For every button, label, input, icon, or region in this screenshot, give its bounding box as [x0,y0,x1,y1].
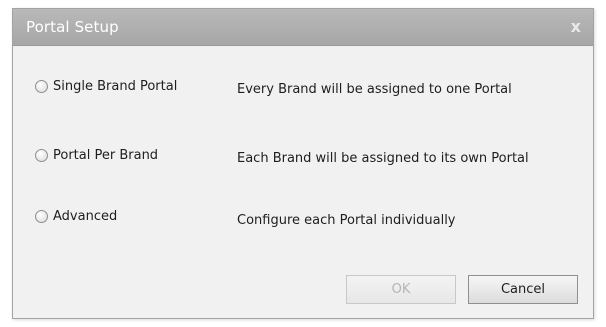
close-icon[interactable]: x [571,17,581,36]
radio-portal-per-brand[interactable] [35,149,48,162]
portal-setup-dialog: Portal Setup x Single Brand Portal Every… [12,8,594,319]
option-label[interactable]: Advanced [53,209,117,224]
radio-single-brand-portal[interactable] [35,80,48,93]
cancel-button[interactable]: Cancel [468,275,578,304]
dialog-title: Portal Setup [26,18,119,36]
option-single-brand-portal[interactable]: Single Brand Portal [35,79,177,94]
option-description: Every Brand will be assigned to one Port… [237,82,512,97]
option-advanced[interactable]: Advanced [35,209,117,224]
dialog-titlebar: Portal Setup x [13,9,593,46]
option-description: Each Brand will be assigned to its own P… [237,151,529,166]
option-label[interactable]: Portal Per Brand [53,148,158,163]
ok-button[interactable]: OK [346,275,456,304]
radio-advanced[interactable] [35,210,48,223]
option-portal-per-brand[interactable]: Portal Per Brand [35,148,158,163]
option-description: Configure each Portal individually [237,213,456,228]
option-label[interactable]: Single Brand Portal [53,79,177,94]
